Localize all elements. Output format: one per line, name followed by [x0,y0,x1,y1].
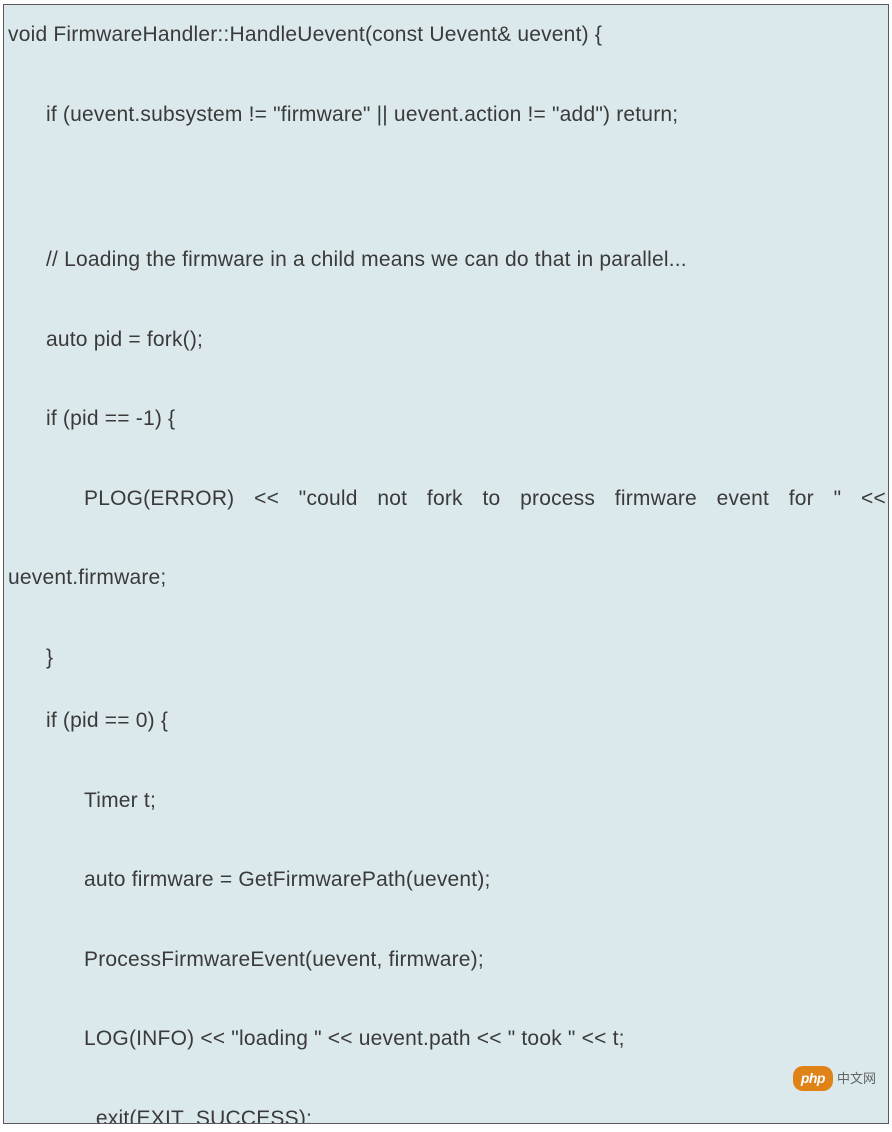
token: " [834,483,842,515]
token: fork [427,483,463,515]
code-line: LOG(INFO) << "loading " << uevent.path <… [4,1023,888,1055]
code-line: uevent.firmware; [4,562,888,594]
token: << [861,483,886,515]
token: PLOG(ERROR) [84,483,234,515]
code-line: PLOG(ERROR) << "could not fork to proces… [4,483,888,515]
code-line: if (uevent.subsystem != "firmware" || ue… [4,99,888,131]
code-line: } [4,642,888,674]
code-line: ProcessFirmwareEvent(uevent, firmware); [4,944,888,976]
token: process [520,483,595,515]
code-line: void FirmwareHandler::HandleUevent(const… [4,19,888,51]
watermark-text: 中文网 [837,1069,876,1089]
code-line: // Loading the firmware in a child means… [4,244,888,276]
code-line: auto pid = fork(); [4,324,888,356]
code-line: if (pid == -1) { [4,403,888,435]
code-line: auto firmware = GetFirmwarePath(uevent); [4,864,888,896]
token: firmware [615,483,697,515]
watermark: php 中文网 [793,1066,876,1091]
code-line: Timer t; [4,785,888,817]
token: "could [299,483,358,515]
code-line: _exit(EXIT_SUCCESS); [4,1103,888,1125]
token: not [377,483,407,515]
token: to [482,483,500,515]
code-line: if (pid == 0) { [4,705,888,737]
token: event [717,483,769,515]
token: for [789,483,814,515]
code-block: void FirmwareHandler::HandleUevent(const… [3,4,889,1124]
token: << [254,483,279,515]
php-badge-icon: php [793,1066,833,1091]
